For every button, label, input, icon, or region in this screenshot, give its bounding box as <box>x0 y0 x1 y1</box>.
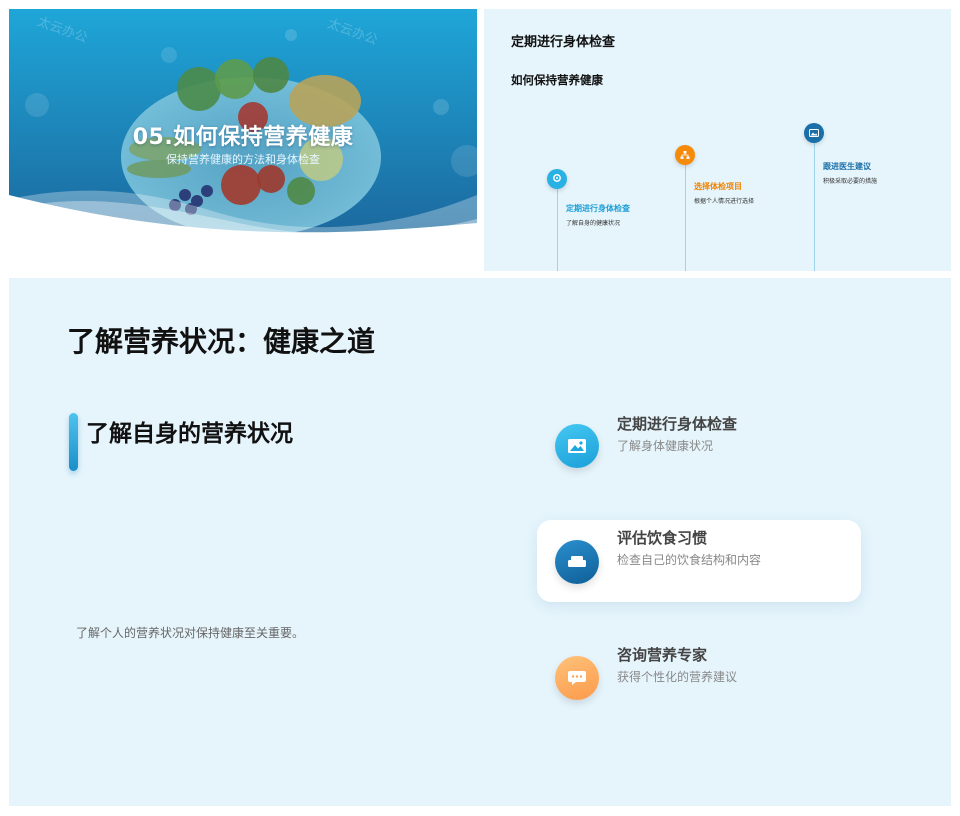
location-pin-icon <box>547 169 567 189</box>
hierarchy-icon <box>675 145 695 165</box>
timeline-heading: 定期进行身体检查 <box>511 35 616 50</box>
timeline-item-desc: 积极采取必要的措施 <box>823 178 878 185</box>
feature-desc: 了解身体健康状况 <box>617 439 714 453</box>
cover-title: 05.如何保持营养健康 <box>132 125 354 150</box>
timeline-slide[interactable]: 定期进行身体检查 如何保持营养健康 定期进行身体检查 了解自身的健康状况 选择体… <box>484 9 951 271</box>
image-icon <box>804 123 824 143</box>
section-title: 了解自身的营养状况 <box>86 421 293 447</box>
main-slide[interactable]: 了解营养状况：健康之道 了解自身的营养状况 了解个人的营养状况对保持健康至关重要… <box>9 278 951 806</box>
timeline-item-desc: 根据个人情况进行选择 <box>694 198 755 205</box>
timeline-item-title: 跟进医生建议 <box>823 162 871 171</box>
feature-desc: 检查自己的饮食结构和内容 <box>617 553 762 567</box>
cover-subtitle: 保持营养健康的方法和身体检查 <box>166 153 320 166</box>
section-accent-bar <box>69 413 78 471</box>
timeline-line <box>557 189 558 271</box>
image-icon <box>555 424 599 468</box>
body-text: 了解个人的营养状况对保持健康至关重要。 <box>76 626 305 640</box>
timeline-item-title: 选择体检项目 <box>694 182 742 191</box>
slide-title: 了解营养状况：健康之道 <box>67 325 376 358</box>
feature-title: 定期进行身体检查 <box>617 415 738 433</box>
chat-bubble-icon <box>555 656 599 700</box>
timeline-line <box>814 143 815 271</box>
timeline-subheading: 如何保持营养健康 <box>511 73 603 87</box>
timeline-item-title: 定期进行身体检查 <box>566 204 630 213</box>
cover-slide[interactable]: 太云办公 太云办公 05.如何保持营养健康 保持营养健康的方法和身体检查 <box>9 9 477 271</box>
feature-desc: 获得个性化的营养建议 <box>617 670 738 684</box>
timeline-item-desc: 了解自身的健康状况 <box>566 220 621 227</box>
feature-title: 咨询营养专家 <box>617 646 708 664</box>
sofa-icon <box>555 540 599 584</box>
feature-title: 评估饮食习惯 <box>617 529 708 547</box>
timeline-line <box>685 165 686 271</box>
